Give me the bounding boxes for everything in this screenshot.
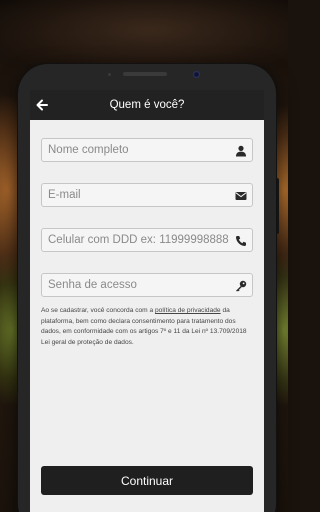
continue-button[interactable]: Continuar (41, 466, 253, 495)
email-input[interactable] (42, 189, 232, 201)
page-title: Quem é você? (109, 99, 185, 111)
phone-input[interactable] (42, 234, 232, 246)
arrow-left-icon[interactable] (34, 97, 50, 113)
name-input[interactable] (42, 144, 232, 156)
email-field[interactable] (41, 183, 253, 207)
key-icon (235, 279, 247, 292)
phone-speaker (123, 72, 167, 76)
envelope-icon (235, 189, 247, 201)
user-icon (235, 144, 247, 157)
password-field[interactable] (41, 273, 253, 297)
privacy-terms-text: Ao se cadastrar, você concorda com a pol… (41, 306, 255, 348)
terms-prefix: Ao se cadastrar, você concorda com a (41, 307, 155, 314)
proximity-sensor (108, 73, 111, 76)
top-bar: Quem é você? (30, 90, 264, 120)
privacy-policy-link[interactable]: política de privacidade (155, 307, 221, 314)
phone-icon (235, 234, 247, 246)
app-screen: Quem é você? Nome completo E-mail Celula… (30, 90, 264, 512)
password-input[interactable] (42, 279, 232, 291)
name-field[interactable] (41, 138, 253, 162)
phone-field[interactable] (41, 228, 253, 252)
front-camera (193, 71, 200, 78)
